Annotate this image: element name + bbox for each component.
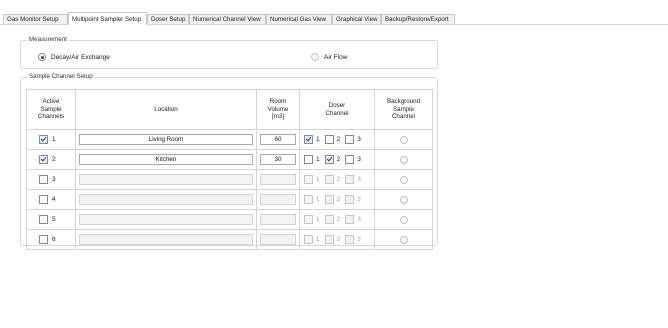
doser-label-3: 3 (357, 156, 361, 163)
channel-number: 5 (52, 216, 56, 223)
tab-gas-monitor-setup[interactable]: Gas Monitor Setup (3, 14, 68, 24)
room-volume-input[interactable]: 30 (260, 154, 296, 165)
background-channel-radio (399, 235, 408, 244)
radio-label-decay: Decay/Air Exchange (51, 53, 110, 61)
active-channel-checkbox[interactable] (39, 235, 48, 244)
header-location: Location (75, 89, 257, 130)
background-channel-radio (399, 175, 408, 184)
tab-numerical-channel-view[interactable]: Numerical Channel View (189, 14, 266, 24)
sample-channel-table: Active Sample Channels Location Room Vol… (26, 89, 433, 250)
table-header-row: Active Sample Channels Location Room Vol… (26, 89, 433, 130)
room-volume-input (260, 214, 296, 225)
header-room-volume: Room Volume [m3] (256, 89, 300, 130)
doser-checkbox-3[interactable] (345, 155, 355, 164)
radio-air-flow[interactable]: Air Flow (311, 53, 347, 61)
radio-button-unselected[interactable] (311, 53, 319, 61)
channel-number: 1 (52, 136, 56, 143)
location-input[interactable]: Kitchen (79, 154, 253, 165)
room-volume-input[interactable]: 60 (260, 134, 296, 145)
tab-doser-setup[interactable]: Doser Setup (147, 14, 189, 24)
room-volume-input (260, 194, 296, 205)
doser-checkbox-3 (345, 175, 355, 184)
doser-checkbox-3 (345, 215, 355, 224)
table-row: 6 1 2 3 (26, 229, 433, 250)
doser-checkbox-2 (324, 215, 334, 224)
channel-number: 4 (52, 196, 56, 203)
doser-label-1: 1 (316, 216, 320, 223)
active-channel-checkbox[interactable] (39, 135, 48, 144)
tab-graphical-view[interactable]: Graphical View (332, 14, 381, 24)
table-row: 3 1 2 3 (26, 169, 433, 190)
doser-label-3: 3 (357, 176, 361, 183)
background-channel-radio[interactable] (399, 155, 408, 164)
doser-label-2: 2 (336, 216, 341, 223)
doser-checkbox-2[interactable] (324, 155, 334, 164)
header-active-channels: Active Sample Channels (26, 89, 76, 130)
doser-label-1: 1 (316, 156, 320, 163)
doser-checkbox-2 (324, 175, 334, 184)
table-row: 1 Living Room 60 1 2 3 (26, 129, 433, 150)
doser-checkbox-1 (304, 235, 313, 244)
background-channel-radio (399, 195, 408, 204)
location-input (79, 234, 253, 245)
radio-decay-air-exchange[interactable]: Decay/Air Exchange (38, 53, 110, 61)
active-channel-checkbox[interactable] (39, 215, 48, 224)
tab-backup-restore-export[interactable]: Backup/Restore/Export (381, 14, 455, 24)
location-input[interactable]: Living Room (79, 134, 253, 145)
doser-checkbox-1 (304, 195, 313, 204)
active-channel-checkbox[interactable] (39, 195, 48, 204)
room-volume-input (260, 234, 296, 245)
tab-multipoint-sampler-setup[interactable]: Multipoint Sampler Setup (68, 12, 147, 25)
table-row: 2 Kitchen 30 1 2 3 (26, 149, 433, 170)
tab-numerical-gas-view[interactable]: Numerical Gas View (266, 14, 332, 24)
table-row: 5 1 2 3 (26, 209, 433, 230)
doser-label-2: 2 (336, 196, 341, 203)
table-row: 4 1 2 3 (26, 189, 433, 210)
doser-label-3: 3 (357, 136, 361, 143)
radio-button-selected[interactable] (38, 53, 46, 61)
channel-number: 2 (52, 156, 56, 163)
active-channel-checkbox[interactable] (39, 175, 48, 184)
doser-label-1: 1 (316, 176, 320, 183)
measurement-group-title: Measurement (27, 36, 69, 43)
doser-checkbox-2 (324, 195, 334, 204)
doser-label-3: 3 (357, 216, 361, 223)
doser-label-2: 2 (336, 156, 341, 163)
background-channel-radio (399, 215, 408, 224)
doser-label-2: 2 (336, 236, 341, 243)
location-input (79, 214, 253, 225)
header-background-channel: Background Sample Channel (374, 89, 433, 130)
doser-checkbox-3[interactable] (345, 135, 355, 144)
doser-checkbox-1[interactable] (304, 155, 313, 164)
channel-number: 6 (52, 236, 56, 243)
doser-checkbox-3 (345, 235, 355, 244)
doser-label-2: 2 (336, 176, 341, 183)
doser-checkbox-1 (304, 215, 313, 224)
doser-checkbox-1 (304, 175, 313, 184)
doser-checkbox-2 (324, 235, 334, 244)
background-channel-radio[interactable] (399, 135, 408, 144)
active-channel-checkbox[interactable] (39, 155, 48, 164)
doser-label-3: 3 (357, 236, 361, 243)
doser-label-1: 1 (316, 236, 320, 243)
doser-label-3: 3 (357, 196, 361, 203)
header-doser-channel: Doser Channel (299, 89, 375, 130)
doser-checkbox-1[interactable] (304, 135, 313, 144)
doser-label-2: 2 (336, 136, 341, 143)
measurement-group: Measurement Decay/Air Exchange Air Flow (20, 36, 438, 69)
doser-checkbox-3 (345, 195, 355, 204)
location-input (79, 174, 253, 185)
channel-number: 3 (52, 176, 56, 183)
radio-label-air-flow: Air Flow (324, 53, 348, 61)
doser-label-1: 1 (316, 136, 320, 143)
tab-strip: Gas Monitor Setup Multipoint Sampler Set… (0, 0, 668, 26)
sample-channel-setup-title: Sample Channel Setup (27, 73, 95, 80)
room-volume-input (260, 174, 296, 185)
location-input (79, 194, 253, 205)
doser-label-1: 1 (316, 196, 320, 203)
doser-checkbox-2[interactable] (324, 135, 334, 144)
